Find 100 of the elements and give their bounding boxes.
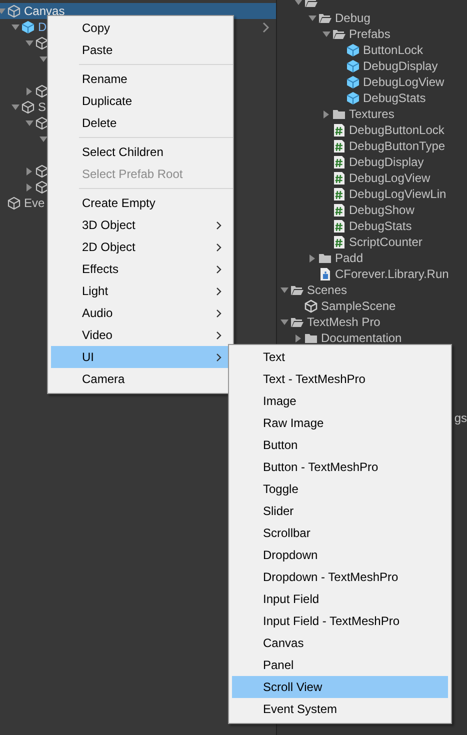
menu-item[interactable]: Slider <box>232 500 448 522</box>
collapsed-arrow-icon[interactable] <box>322 110 330 118</box>
script-file-icon <box>332 235 346 249</box>
menu-item[interactable]: Paste <box>51 39 230 61</box>
menu-item[interactable]: Dropdown <box>232 544 448 566</box>
menu-item[interactable]: Input Field - TextMeshPro <box>232 610 448 632</box>
menu-item[interactable]: 3D Object <box>51 214 230 236</box>
collapsed-arrow-icon[interactable] <box>308 254 316 262</box>
tree-item-label[interactable]: Scenes <box>307 282 348 298</box>
tree-item-label[interactable]: S <box>38 99 46 115</box>
chevron-right-icon[interactable] <box>262 22 270 33</box>
menu-item[interactable]: Scroll View <box>232 676 448 698</box>
expanded-arrow-icon[interactable] <box>308 14 316 22</box>
tree-item-label[interactable]: DebugDisplay <box>363 58 438 74</box>
tree-item-label[interactable]: D <box>38 19 47 35</box>
menu-item[interactable]: Image <box>232 390 448 412</box>
cube-icon <box>346 43 360 57</box>
file-icon <box>318 267 332 281</box>
tree-item-label[interactable]: SampleScene <box>321 298 396 314</box>
expanded-arrow-icon[interactable] <box>280 318 288 326</box>
menu-item[interactable]: 2D Object <box>51 236 230 258</box>
open-folder-icon <box>290 283 304 297</box>
cube-icon <box>346 59 360 73</box>
expanded-arrow-icon[interactable] <box>38 55 48 63</box>
menu-item[interactable]: Effects <box>51 258 230 280</box>
tree-item-label[interactable]: DebugLogView <box>363 74 444 90</box>
tree-item-label[interactable]: TextMesh Pro <box>307 314 380 330</box>
tree-item-label[interactable]: DebugStats <box>363 90 426 106</box>
script-file-icon <box>332 139 346 153</box>
menu-item[interactable]: Text <box>232 346 448 368</box>
scene-icon <box>304 299 318 313</box>
expanded-arrow-icon[interactable] <box>10 103 20 111</box>
menu-item[interactable]: Create Empty <box>51 192 230 214</box>
expanded-arrow-icon[interactable] <box>24 119 34 127</box>
tree-item-label[interactable]: DebugLogView <box>349 170 430 186</box>
menu-item[interactable]: Select Children <box>51 141 230 163</box>
menu-item[interactable]: Audio <box>51 302 230 324</box>
tree-item-label[interactable]: DebugStats <box>349 218 412 234</box>
menu-item[interactable]: Delete <box>51 112 230 134</box>
tree-item-label[interactable]: Eve <box>24 195 45 211</box>
menu-item[interactable]: Light <box>51 280 230 302</box>
cube-icon <box>7 196 21 210</box>
menu-item[interactable]: Button - TextMeshPro <box>232 456 448 478</box>
tree-item-label[interactable]: Padd <box>335 250 364 266</box>
menu-item[interactable]: UI <box>51 346 230 368</box>
tree-item-label[interactable]: DebugShow <box>349 202 414 218</box>
collapsed-arrow-icon[interactable] <box>25 86 33 96</box>
menu-item[interactable]: Rename <box>51 68 230 90</box>
cube-icon <box>346 91 360 105</box>
tree-item-label[interactable]: ButtonLock <box>363 42 424 58</box>
expanded-arrow-icon[interactable] <box>10 23 20 31</box>
expanded-arrow-icon[interactable] <box>322 30 330 38</box>
cube-icon <box>7 4 21 18</box>
menu-item[interactable]: Video <box>51 324 230 346</box>
menu-item[interactable]: Input Field <box>232 588 448 610</box>
cube-icon <box>35 116 49 130</box>
tree-item-label[interactable]: CForever.Library.Run <box>335 266 449 282</box>
tree-item-label[interactable]: ScriptCounter <box>349 234 422 250</box>
tree-item-label[interactable]: Textures <box>349 106 394 122</box>
expanded-arrow-icon[interactable] <box>24 39 34 47</box>
tree-item-label[interactable]: Canvas <box>24 3 65 19</box>
tree-item-label[interactable]: Prefabs <box>349 26 390 42</box>
tree-item-label[interactable]: DebugButtonType <box>349 138 446 154</box>
script-file-icon <box>332 123 346 137</box>
menu-item[interactable]: Dropdown - TextMeshPro <box>232 566 448 588</box>
tree-item-label[interactable]: gs <box>454 410 467 426</box>
script-file-icon <box>332 187 346 201</box>
tree-item-label[interactable]: DebugLogViewLin <box>349 186 446 202</box>
tree-item-label[interactable]: DebugDisplay <box>349 154 424 170</box>
expanded-arrow-icon[interactable] <box>38 135 48 143</box>
open-folder-icon <box>332 27 346 41</box>
collapsed-arrow-icon[interactable] <box>25 182 33 192</box>
collapsed-arrow-icon[interactable] <box>25 166 33 176</box>
cube-icon <box>35 180 49 194</box>
menu-item[interactable]: Raw Image <box>232 412 448 434</box>
cube-icon <box>35 84 49 98</box>
menu-item[interactable]: Canvas <box>232 632 448 654</box>
menu-item[interactable]: Duplicate <box>51 90 230 112</box>
menu-item[interactable]: Scrollbar <box>232 522 448 544</box>
menu-item[interactable]: Copy <box>51 17 230 39</box>
script-file-icon <box>332 203 346 217</box>
menu-item[interactable]: Button <box>232 434 448 456</box>
tree-item-label[interactable]: Debug <box>335 10 370 26</box>
open-folder-icon <box>318 11 332 25</box>
cube-icon <box>21 20 35 34</box>
tree-item-label[interactable]: Documentation <box>321 330 402 346</box>
script-file-icon <box>332 171 346 185</box>
menu-item[interactable]: Text - TextMeshPro <box>232 368 448 390</box>
open-folder-icon <box>290 315 304 329</box>
expanded-arrow-icon[interactable] <box>280 286 288 294</box>
menu-item[interactable]: Camera <box>51 368 230 390</box>
menu-item[interactable]: Panel <box>232 654 448 676</box>
cube-icon <box>35 164 49 178</box>
collapsed-arrow-icon[interactable] <box>294 334 302 342</box>
menu-item[interactable]: Event System <box>232 698 448 720</box>
tree-item-label[interactable]: DebugButtonLock <box>349 122 444 138</box>
expanded-arrow-icon[interactable] <box>294 0 302 6</box>
menu-item[interactable]: Toggle <box>232 478 448 500</box>
cube-icon <box>346 75 360 89</box>
folder-icon <box>318 251 332 265</box>
